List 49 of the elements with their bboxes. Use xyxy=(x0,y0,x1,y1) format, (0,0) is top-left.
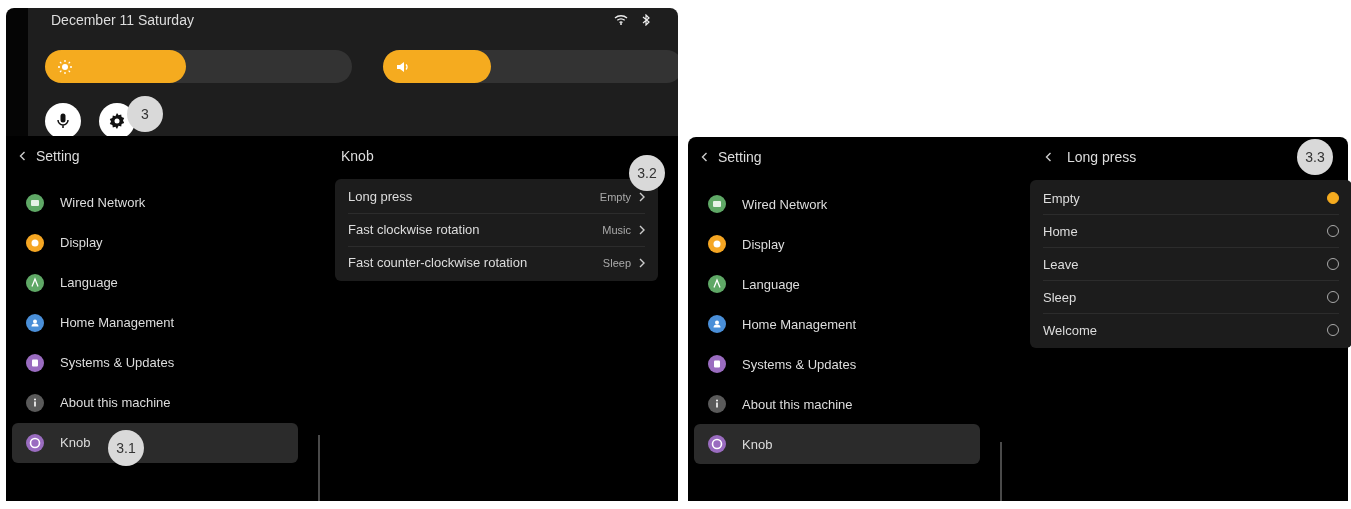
sidebar-item[interactable]: Wired Network xyxy=(694,184,980,224)
screen-title: Setting xyxy=(718,149,762,165)
annotation-badge: 3.1 xyxy=(108,429,144,466)
gear-icon xyxy=(109,113,125,129)
sidebar-item[interactable]: Systems & Updates xyxy=(694,344,980,384)
sidebar-item[interactable]: About this machine xyxy=(12,382,298,423)
chevron-icon xyxy=(639,257,645,268)
sidebar-item[interactable]: Display xyxy=(12,222,298,263)
sun-icon xyxy=(58,59,72,74)
back-icon[interactable] xyxy=(1045,152,1052,162)
radio-button[interactable] xyxy=(1327,192,1339,204)
sidebar-item[interactable]: Language xyxy=(12,262,298,303)
scroll-bar xyxy=(318,435,320,501)
sidebar-item[interactable]: Home Management xyxy=(12,302,298,343)
option-row[interactable]: Home xyxy=(1043,214,1339,247)
back-icon[interactable] xyxy=(701,152,708,162)
volume-slider[interactable] xyxy=(383,50,678,83)
annotation-badge: 3 xyxy=(127,96,163,132)
option-row[interactable]: Welcome xyxy=(1043,313,1339,346)
sidebar-item[interactable]: Language xyxy=(694,264,980,304)
microphone-button[interactable] xyxy=(45,103,81,136)
date-label: December 11 Saturday xyxy=(51,12,195,28)
chevron-icon xyxy=(639,224,645,235)
annotation-badge: 3.3 xyxy=(1297,139,1333,175)
sidebar-item[interactable]: Knob xyxy=(694,424,980,464)
chevron-icon xyxy=(639,191,645,202)
scroll-bar xyxy=(1000,442,1002,501)
settings-row[interactable]: Fast clockwise rotation Music xyxy=(348,212,645,246)
option-row[interactable]: Sleep xyxy=(1043,280,1339,313)
settings-button[interactable] xyxy=(99,103,135,136)
bluetooth-icon xyxy=(642,14,650,26)
sidebar-item[interactable]: Systems & Updates xyxy=(12,342,298,383)
sidebar-item[interactable]: Display xyxy=(694,224,980,264)
annotation-badge: 3.2 xyxy=(629,154,665,191)
page-title: Knob xyxy=(341,147,374,164)
option-row[interactable]: Empty xyxy=(1043,182,1339,214)
settings-row[interactable]: Fast counter-clockwise rotation Sleep xyxy=(348,245,645,279)
wifi-icon xyxy=(614,14,628,25)
brightness-slider[interactable] xyxy=(45,50,352,83)
microphone-icon xyxy=(57,113,69,129)
page-title: Long press xyxy=(1067,149,1137,165)
screen-title: Setting xyxy=(36,147,80,164)
sidebar-item[interactable]: About this machine xyxy=(694,384,980,424)
sidebar-item[interactable]: Wired Network xyxy=(12,182,298,223)
back-icon[interactable] xyxy=(19,150,26,161)
speaker-icon xyxy=(396,60,410,73)
sidebar-item[interactable]: Home Management xyxy=(694,304,980,344)
option-row[interactable]: Leave xyxy=(1043,247,1339,280)
sidebar-item[interactable]: Knob 3.1 xyxy=(12,422,298,463)
